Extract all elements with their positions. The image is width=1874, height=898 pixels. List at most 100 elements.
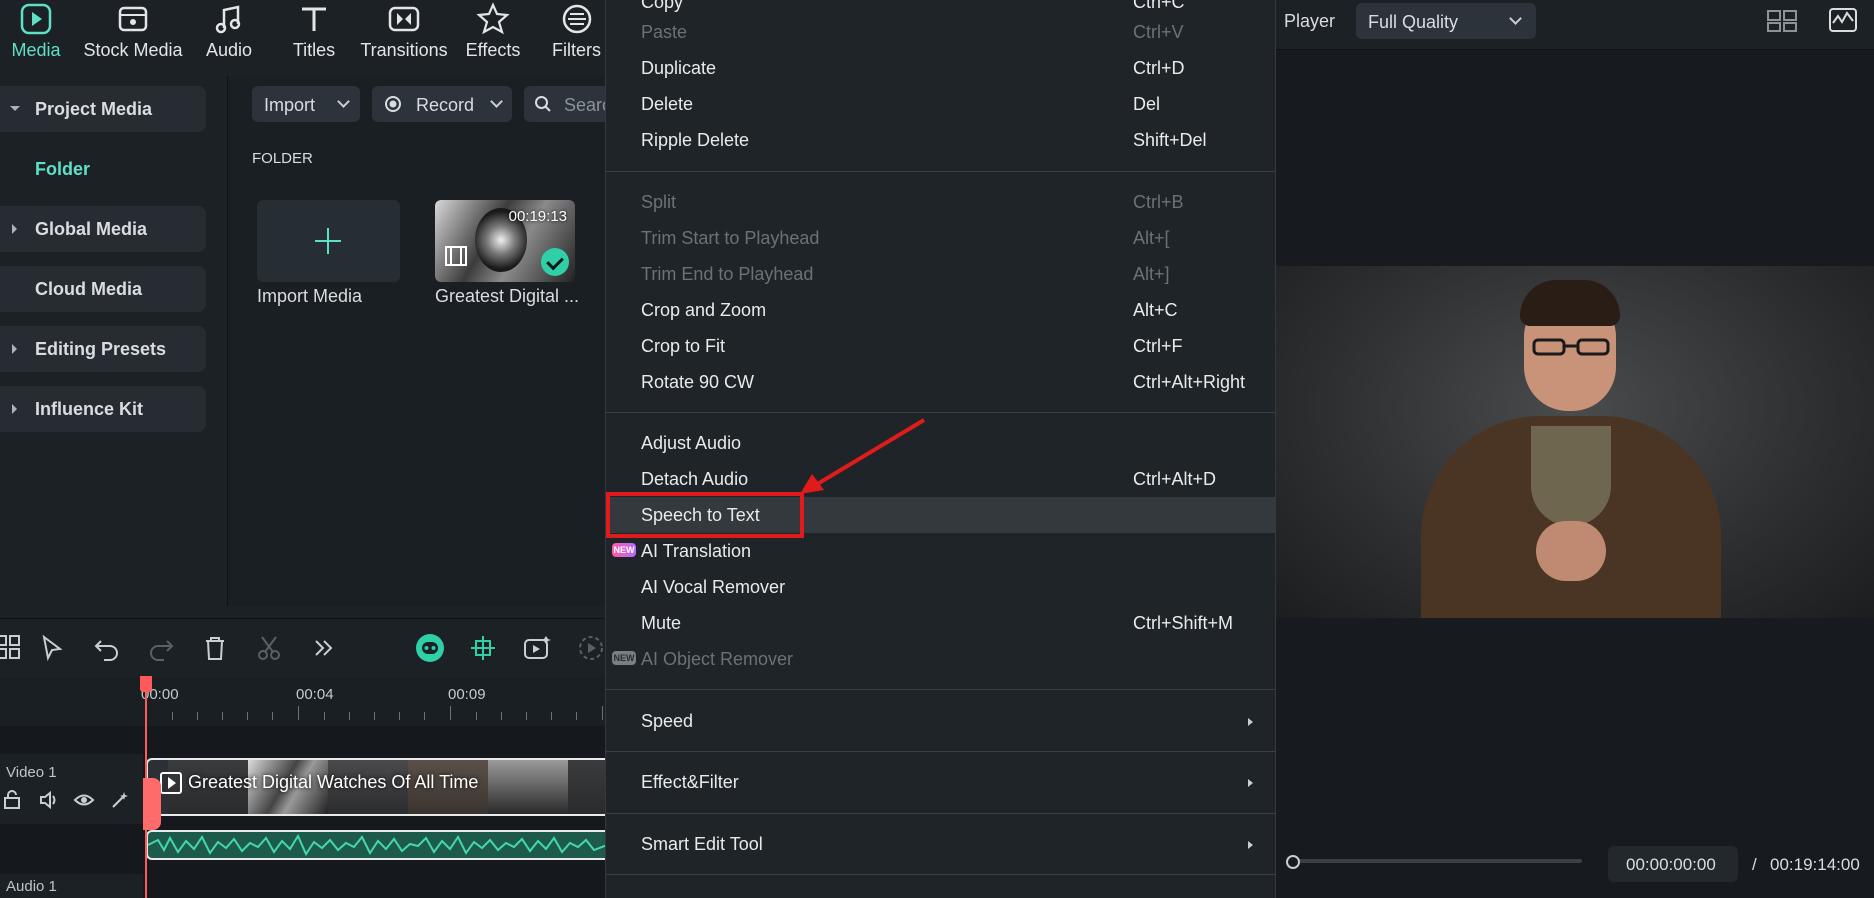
timeline-toolbar <box>0 618 605 678</box>
sidebar-item-label: Global Media <box>35 219 148 239</box>
menu-item-paste[interactable]: Paste Ctrl+V <box>606 14 1277 50</box>
nav-tab-audio[interactable]: Audio <box>198 0 260 68</box>
double-chevron-right-icon[interactable] <box>308 633 338 663</box>
select-pointer-icon[interactable] <box>38 633 68 663</box>
submenu-arrow-icon <box>1248 841 1253 849</box>
video-clip[interactable]: Greatest Digital Watches Of All Time <box>146 758 605 816</box>
waveform-monitor-icon[interactable] <box>1828 7 1858 33</box>
menu-item-ripple-delete[interactable]: Ripple Delete Shift+Del <box>606 122 1277 158</box>
menu-item-trim-start[interactable]: Trim Start to Playhead Alt+[ <box>606 220 1277 256</box>
media-clip-thumbnail[interactable]: 00:19:13 <box>435 200 575 282</box>
menu-item-mute[interactable]: Mute Ctrl+Shift+M <box>606 605 1277 641</box>
ai-assistant-icon[interactable] <box>414 632 446 664</box>
sidebar-item-folder[interactable]: Folder <box>0 146 206 192</box>
eye-icon[interactable] <box>73 790 95 810</box>
scissors-icon[interactable] <box>254 633 284 663</box>
nav-tab-effects[interactable]: Effects <box>462 0 524 68</box>
menu-separator <box>606 171 1277 172</box>
lock-track-icon[interactable] <box>2 790 22 810</box>
sidebar-item-influence-kit[interactable]: Influence Kit <box>0 386 206 432</box>
ruler-tick <box>424 712 425 720</box>
playback-scrubber[interactable] <box>1286 855 1300 869</box>
import-button[interactable]: Import <box>252 86 360 122</box>
chevron-down-icon <box>337 95 350 108</box>
music-note-icon <box>215 5 241 34</box>
menu-item-delete[interactable]: Delete Del <box>606 86 1277 122</box>
ai-video-icon[interactable] <box>522 633 552 663</box>
menu-item-shortcut: Ctrl+Alt+Right <box>1133 372 1246 392</box>
menu-item-shortcut: Del <box>1133 94 1161 114</box>
menu-item-shortcut: Ctrl+F <box>1133 336 1183 356</box>
transitions-icon <box>388 6 420 32</box>
submenu-arrow-icon <box>1248 718 1253 726</box>
menu-item-effect-filter[interactable]: Effect&Filter <box>606 764 1277 800</box>
chevron-down-icon <box>490 95 503 108</box>
menu-item-ai-vocal-remover[interactable]: AI Vocal Remover <box>606 569 1277 605</box>
total-timecode: 00:19:14:00 <box>1770 855 1860 874</box>
menu-item-speed[interactable]: Speed <box>606 703 1277 739</box>
clip-trim-handle[interactable] <box>143 778 161 830</box>
menu-item-split[interactable]: Split Ctrl+B <box>606 184 1277 220</box>
speaker-icon[interactable] <box>38 790 58 810</box>
menu-item-label: AI Object Remover <box>641 649 794 669</box>
sidebar-item-label: Editing Presets <box>35 339 167 359</box>
timeline-ruler[interactable]: 00:00 00:04 00:09 <box>0 678 605 726</box>
nav-tab-media[interactable]: Media <box>0 0 72 68</box>
layout-grid-icon[interactable] <box>1766 9 1798 33</box>
menu-item-smart-edit-tool[interactable]: Smart Edit Tool <box>606 826 1277 862</box>
video-preview[interactable] <box>1276 266 1874 618</box>
media-sidebar: Project Media Folder Global Media Cloud … <box>0 76 228 606</box>
menu-item-ai-object-remover[interactable]: NEW AI Object Remover <box>606 641 1277 677</box>
nav-tab-filters[interactable]: Filters <box>548 0 605 68</box>
menu-item-label: Detach Audio <box>641 469 749 489</box>
sidebar-item-cloud-media[interactable]: Cloud Media <box>0 266 206 312</box>
search-field[interactable]: Search <box>524 86 605 122</box>
render-icon[interactable] <box>576 633 606 663</box>
grid-layout-icon[interactable] <box>0 633 24 663</box>
timecode-separator: / <box>1752 855 1757 874</box>
menu-item-rotate[interactable]: Rotate 90 CW Ctrl+Alt+Right <box>606 364 1277 400</box>
snap-icon[interactable] <box>468 633 498 663</box>
menu-item-shortcut: Alt+[ <box>1133 228 1170 248</box>
menu-item-shortcut: Alt+C <box>1133 300 1178 320</box>
menu-item-shortcut: Ctrl+B <box>1133 192 1184 212</box>
menu-item-duplicate[interactable]: Duplicate Ctrl+D <box>606 50 1277 86</box>
nav-label: Audio <box>205 40 253 60</box>
nav-tab-transitions[interactable]: Transitions <box>360 0 448 68</box>
menu-item-crop-to-fit[interactable]: Crop to Fit Ctrl+F <box>606 328 1277 364</box>
menu-item-label: Effect&Filter <box>641 772 739 792</box>
nav-tab-titles[interactable]: Titles <box>284 0 344 68</box>
annotation-arrow-icon <box>800 418 926 494</box>
menu-item-label: Crop and Zoom <box>641 300 767 320</box>
menu-item-trim-end[interactable]: Trim End to Playhead Alt+] <box>606 256 1277 292</box>
menu-separator <box>606 813 1277 814</box>
effects-star-icon <box>476 2 510 35</box>
sidebar-item-project-media[interactable]: Project Media <box>0 86 206 132</box>
player-title: Player <box>1284 11 1336 31</box>
quality-value: Full Quality <box>1368 12 1459 32</box>
sidebar-item-global-media[interactable]: Global Media <box>0 206 206 252</box>
menu-item-label: Ripple Delete <box>641 130 750 150</box>
current-timecode[interactable]: 00:00:00:00 <box>1608 846 1738 882</box>
ruler-tick <box>374 712 375 720</box>
sidebar-item-editing-presets[interactable]: Editing Presets <box>0 326 206 372</box>
record-button[interactable]: Record <box>372 86 512 122</box>
playhead-handle[interactable] <box>140 676 152 692</box>
audio-clip[interactable] <box>146 830 605 860</box>
ruler-time: 00:09 <box>448 686 486 703</box>
ruler-time: 00:04 <box>296 686 334 703</box>
import-media-card[interactable] <box>257 200 400 282</box>
menu-item-adjust-audio[interactable]: Adjust Audio <box>606 425 1277 461</box>
menu-item-label: AI Vocal Remover <box>641 577 786 597</box>
menu-item-label: Speed <box>641 711 694 731</box>
menu-item-ai-translation[interactable]: NEW AI Translation <box>606 533 1277 569</box>
magic-wand-icon[interactable] <box>110 790 130 810</box>
redo-icon[interactable] <box>146 633 176 663</box>
playback-progress-track[interactable] <box>1292 859 1582 863</box>
menu-item-crop-and-zoom[interactable]: Crop and Zoom Alt+C <box>606 292 1277 328</box>
undo-icon[interactable] <box>92 633 122 663</box>
nav-tab-stock-media[interactable]: Stock Media <box>78 0 188 68</box>
trash-icon[interactable] <box>200 633 230 663</box>
ruler-tick <box>324 712 325 720</box>
quality-dropdown[interactable]: Full Quality <box>1356 3 1536 39</box>
